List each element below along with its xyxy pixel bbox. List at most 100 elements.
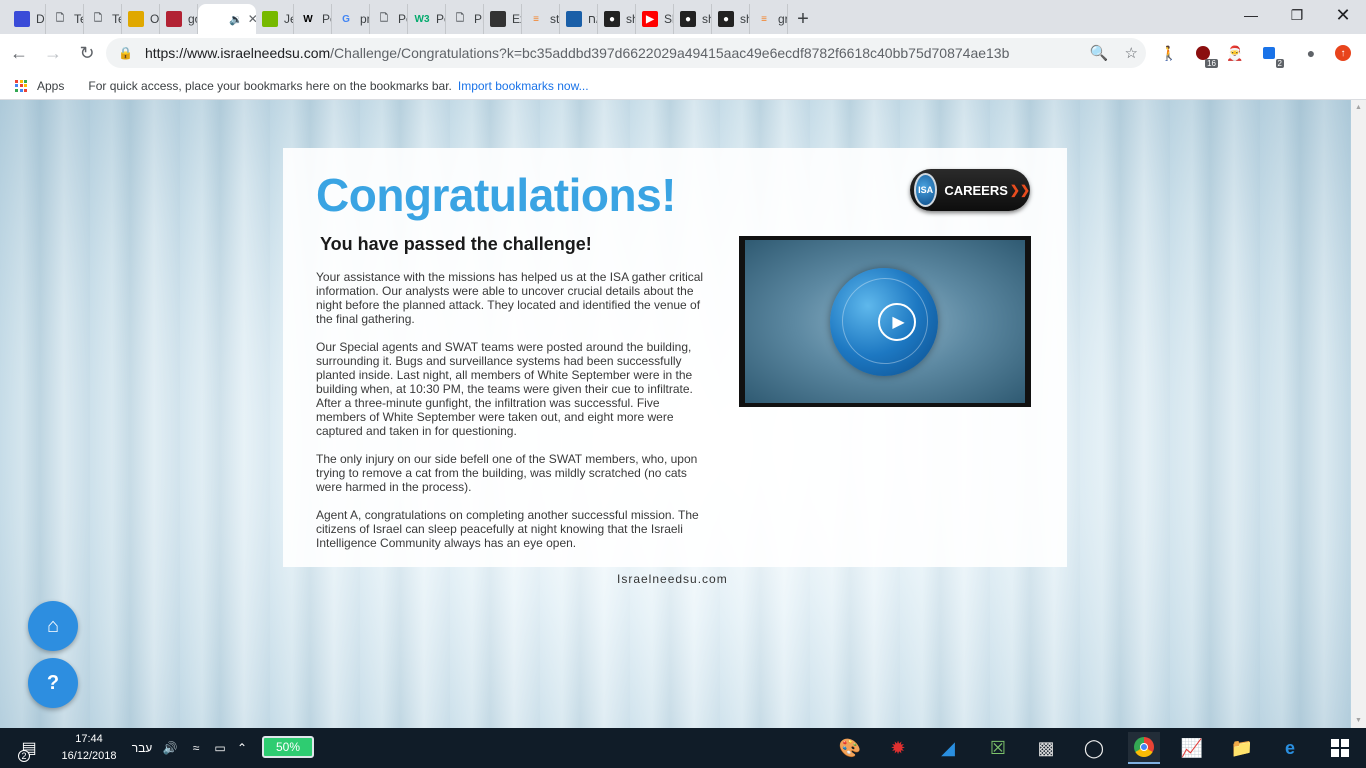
tab-label: Jet [284,12,293,26]
browser-tab[interactable]: אח [560,4,598,34]
browser-tab[interactable]: ● sha [598,4,636,34]
browser-tab[interactable]: ● sha [712,4,750,34]
paint-app-icon[interactable]: 🎨 [834,732,866,764]
maximize-button[interactable]: ❐ [1274,0,1320,30]
browser-tab[interactable]: Gpng [332,4,370,34]
bookmarks-hint: For quick access, place your bookmarks h… [88,78,452,93]
new-tab-button[interactable]: + [788,4,818,34]
import-bookmarks-link[interactable]: Import bookmarks now... [458,79,589,93]
browser-tab[interactable]: Ext [484,4,522,34]
careers-button[interactable]: ISA CAREERS ❯❯ [910,169,1030,211]
shark-app-icon[interactable]: ◢ [932,732,964,764]
profile-avatar-icon[interactable]: ● [1298,40,1324,66]
file-explorer-icon[interactable]: 📁 [1226,732,1258,764]
battery-icon[interactable]: ▭ [210,728,230,768]
chart-app-icon[interactable]: 📈 [1176,732,1208,764]
stackoverflow-icon: ≡ [533,13,539,25]
browser-tab[interactable]: ≡ gra [750,4,788,34]
page-viewport: Congratulations! You have passed the cha… [0,100,1366,728]
video-thumbnail: ▶ [745,240,1025,403]
dw-favicon-icon [14,11,30,27]
volume-icon[interactable]: 🔊 [160,728,180,768]
forward-button[interactable]: → [38,38,68,68]
browser-tab[interactable]: 🗋 Tec [46,4,84,34]
tab-strip: DW🗋Tec🗋TecOugooS🔉✕JetWPorGpng🗋PorW3Por🗋P… [0,0,1366,34]
bookmark-star-icon[interactable]: ☆ [1125,44,1138,62]
tab-label: DW [36,12,45,26]
careers-label: CAREERS [944,182,1008,198]
browser-tab[interactable]: W Por [294,4,332,34]
tab-label: Tec [112,12,121,26]
help-button[interactable]: ? [28,658,78,708]
terminal-app-icon[interactable]: ▩ [1030,732,1062,764]
back-button[interactable]: ← [4,38,34,68]
browser-tab[interactable]: ● sha [674,4,712,34]
wifi-icon[interactable]: ≈ [186,728,206,768]
zoom-icon[interactable]: 🔍 [1090,44,1109,62]
chrome-app-icon[interactable] [1128,732,1160,764]
w3schools-icon: W3 [414,13,430,25]
document-icon: 🗋 [455,12,465,24]
apps-shortcut[interactable]: Apps [15,79,64,93]
action-center-button[interactable]: ▤ 2 [14,728,44,768]
github-icon: ● [718,11,734,27]
edge-app-icon[interactable]: e [1274,732,1306,764]
tab-label: sha [740,12,749,26]
tab-label: png [360,12,369,26]
tab-label: sha [702,12,711,26]
browser-tab[interactable]: Ou [122,4,160,34]
content-panel: Congratulations! You have passed the cha… [283,148,1067,567]
nvidia-favicon-icon [262,11,278,27]
browser-tab[interactable]: 🗋 PN [446,4,484,34]
start-button[interactable] [1324,732,1356,764]
lock-icon: 🔒 [118,46,133,60]
paragraph: Agent A, congratulations on completing a… [316,508,699,550]
opera-app-icon[interactable]: ◯ [1078,732,1110,764]
paragraph: Our Special agents and SWAT teams were p… [316,340,693,438]
tab-label: stri [550,12,559,26]
close-tab-icon[interactable]: ✕ [248,12,256,26]
battery-widget[interactable]: 50% [262,736,314,758]
play-icon[interactable]: ▶ [878,303,916,341]
tab-label: Por [398,12,407,26]
vertical-scrollbar[interactable]: ▲ ▼ [1351,100,1366,728]
puzzle-extension-icon[interactable]: 2 [1256,40,1284,68]
audio-playing-icon[interactable]: 🔉 [229,13,243,26]
home-button[interactable]: ⌂ [28,601,78,651]
notification-count: 2 [18,750,30,762]
santa-extension-icon[interactable]: 🎅 [1222,40,1248,66]
browser-toolbar: ← → ↻ 🔒 https://www.israelneedsu.com/Cha… [0,34,1366,72]
update-menu-icon[interactable]: ↑ [1330,40,1356,66]
browser-tab[interactable]: goo [160,4,198,34]
x-app-icon[interactable]: ☒ [982,732,1014,764]
browser-tab[interactable]: S🔉✕ [198,4,256,34]
language-indicator[interactable]: עבר [130,728,154,768]
system-clock[interactable]: 17:44 16/12/2018 [58,731,120,765]
browser-tab[interactable]: 🗋 Tec [84,4,122,34]
scroll-up-icon[interactable]: ▲ [1351,100,1366,115]
address-bar[interactable]: 🔒 https://www.israelneedsu.com/Challenge… [106,38,1146,68]
outlook-favicon-icon [128,11,144,27]
tab-label: אח [588,12,597,26]
browser-tab[interactable]: 🗋 Por [370,4,408,34]
tab-label: Ou [150,12,159,26]
tab-label: goo [188,12,197,26]
scroll-down-icon[interactable]: ▼ [1351,713,1366,728]
ublock-extension-icon[interactable]: 16 [1190,40,1218,68]
document-icon: 🗋 [55,12,65,24]
walker-extension-icon[interactable]: 🚶 [1156,40,1182,66]
browser-tab[interactable]: ▶ Sh [636,4,674,34]
minimize-button[interactable]: — [1228,0,1274,30]
close-window-button[interactable]: ✕ [1320,0,1366,30]
browser-tab[interactable]: ≡ stri [522,4,560,34]
browser-tab[interactable]: DW [8,4,46,34]
browser-tab[interactable]: W3 Por [408,4,446,34]
url-text[interactable]: https://www.israelneedsu.com/Challenge/C… [145,45,1065,61]
reload-button[interactable]: ↻ [72,38,102,68]
show-hidden-icons-button[interactable]: ⌃ [234,728,250,768]
red-app-icon[interactable]: ✹ [882,732,914,764]
video-player[interactable]: ▶ [739,236,1031,407]
bookmarks-bar: Apps For quick access, place your bookma… [0,72,1366,100]
github-icon: ● [604,11,620,27]
browser-tab[interactable]: Jet [256,4,294,34]
